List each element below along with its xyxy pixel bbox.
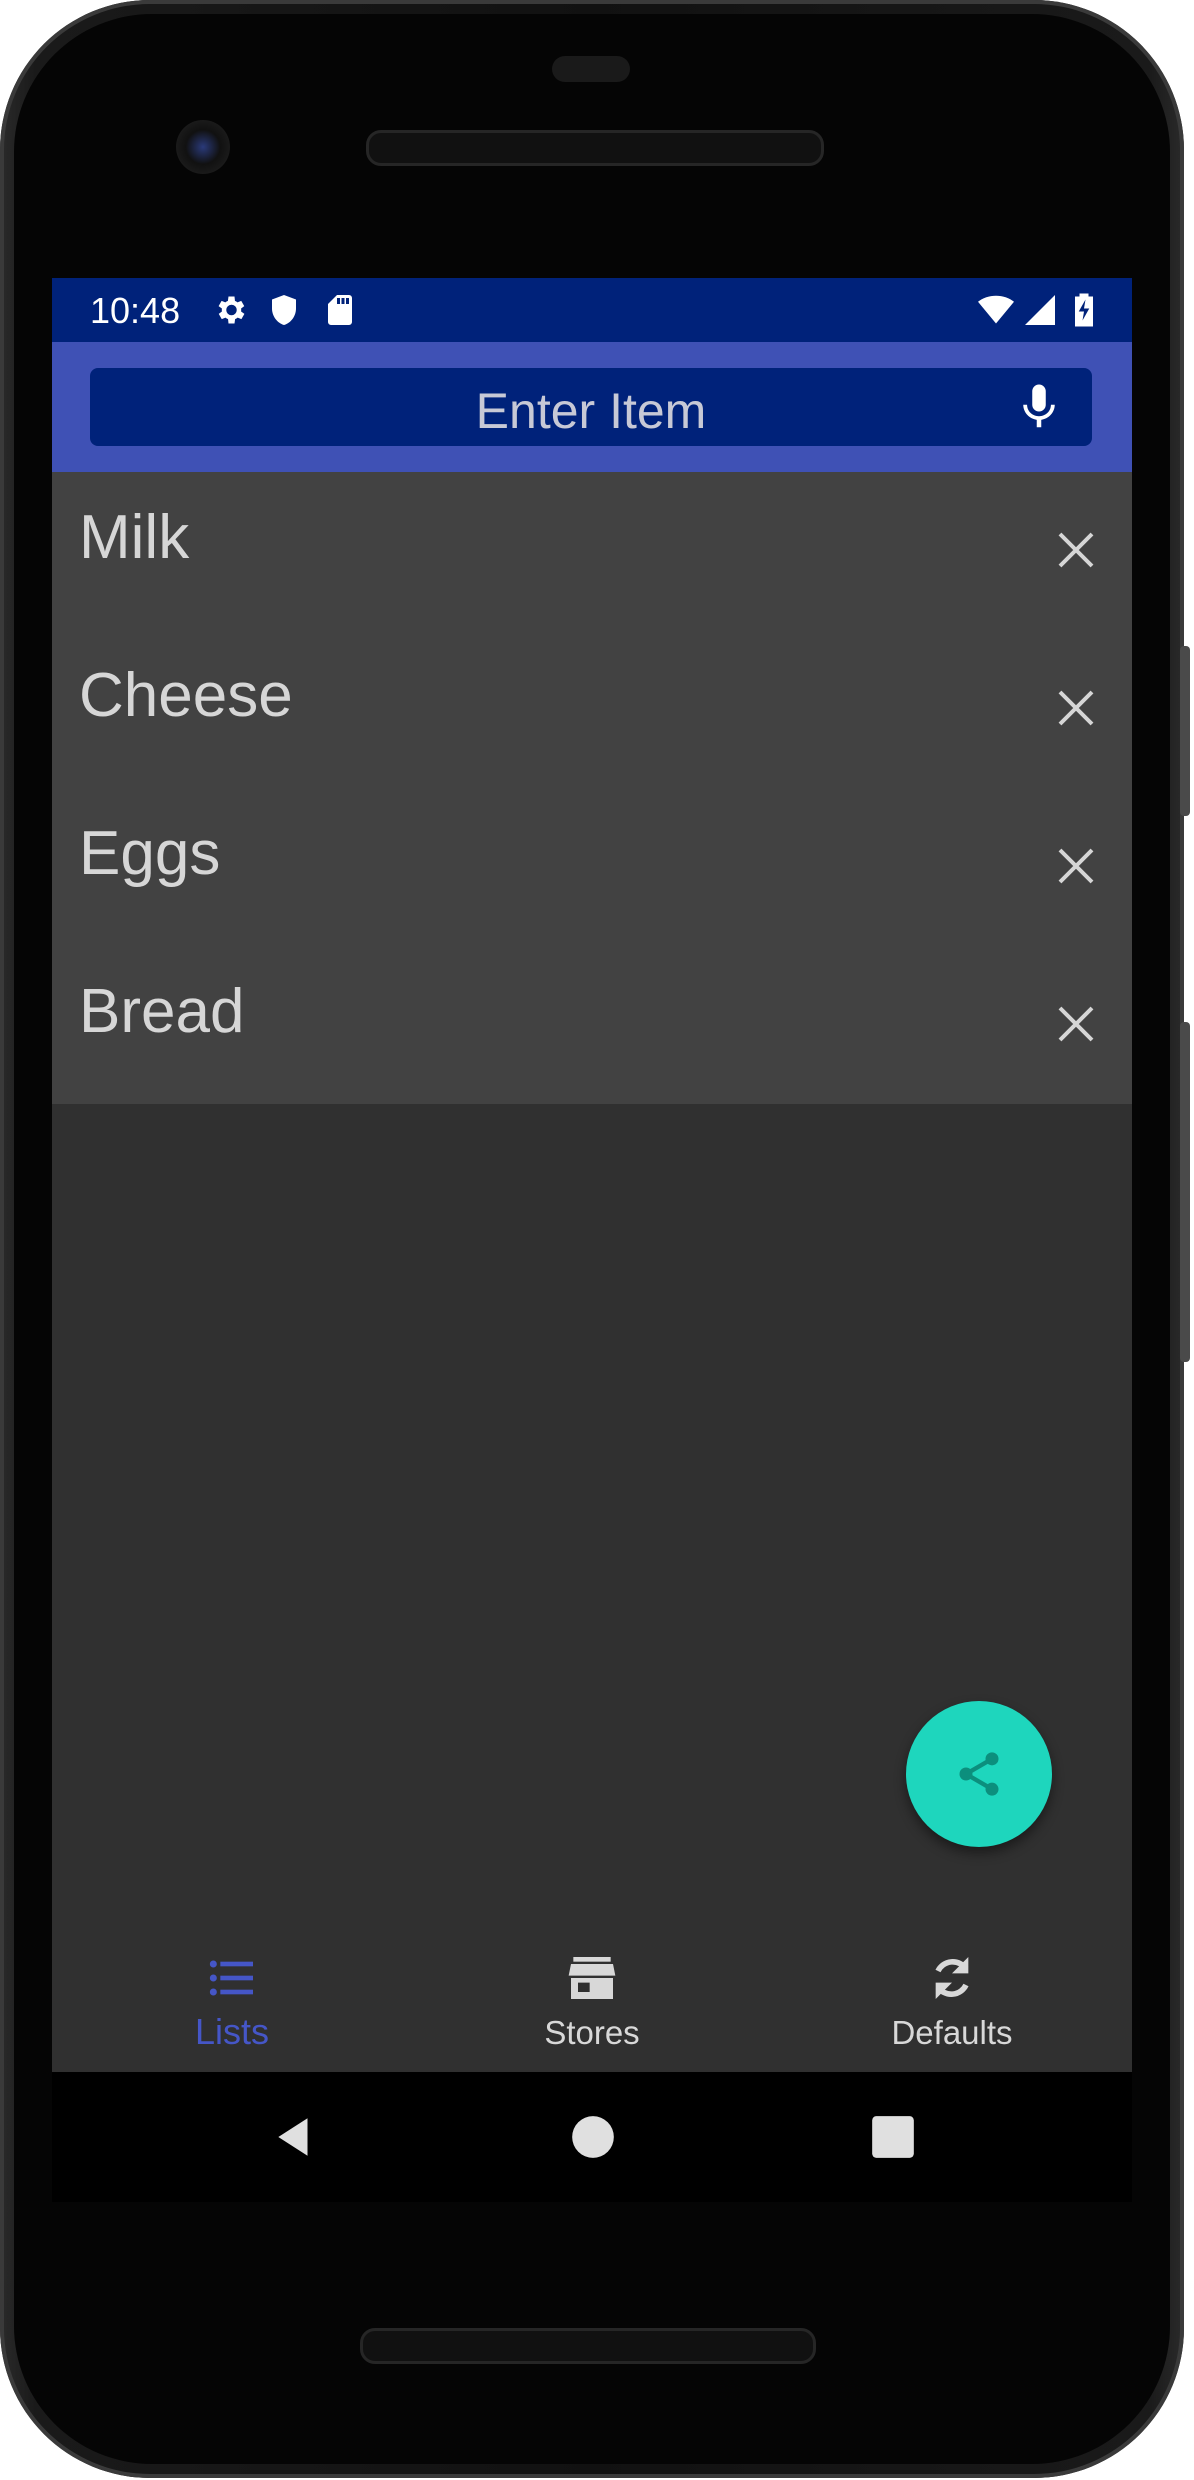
item-label: Bread <box>79 977 245 1046</box>
list-item[interactable]: Milk <box>52 472 1132 630</box>
app-bar: Enter Item <box>52 342 1132 472</box>
battery-charging-icon <box>1075 293 1093 327</box>
system-nav-bar <box>52 2072 1132 2202</box>
sd-card-icon <box>328 295 352 325</box>
home-icon[interactable] <box>568 2112 618 2162</box>
item-input[interactable]: Enter Item <box>90 368 1092 446</box>
earpiece <box>552 56 630 82</box>
status-bar: 10:48 <box>52 278 1132 342</box>
back-icon[interactable] <box>270 2112 320 2162</box>
screen: 10:48 Enter Item Milk Cheese Eggs Bread … <box>52 278 1132 2072</box>
list-item[interactable]: Eggs <box>52 788 1132 946</box>
nav-item-lists[interactable]: Lists <box>52 1938 412 2072</box>
refresh-icon <box>935 1957 969 1999</box>
item-label: Eggs <box>79 819 221 888</box>
wifi-icon <box>978 295 1014 324</box>
mic-icon[interactable] <box>1012 380 1066 434</box>
nav-item-stores[interactable]: Stores <box>412 1938 772 2072</box>
recents-icon[interactable] <box>868 2112 918 2162</box>
top-speaker <box>366 130 824 166</box>
nav-label-defaults: Defaults <box>891 2014 1013 2051</box>
item-input-placeholder: Enter Item <box>475 383 707 439</box>
status-time: 10:48 <box>90 290 181 331</box>
close-icon[interactable] <box>1052 1000 1100 1048</box>
power-button <box>1180 646 1190 816</box>
nav-item-defaults[interactable]: Defaults <box>772 1938 1132 2072</box>
share-button[interactable] <box>906 1701 1052 1847</box>
share-icon <box>959 1752 999 1796</box>
settings-icon <box>218 296 245 324</box>
close-icon[interactable] <box>1052 526 1100 574</box>
list-icon <box>209 1960 253 1996</box>
close-icon[interactable] <box>1052 842 1100 890</box>
front-camera <box>176 120 230 174</box>
item-label: Cheese <box>79 661 293 730</box>
phone-frame: 10:48 Enter Item Milk Cheese Eggs Bread … <box>0 0 1190 2478</box>
nav-label-stores: Stores <box>544 2014 640 2051</box>
close-icon[interactable] <box>1052 684 1100 732</box>
shield-icon <box>272 295 296 325</box>
list-item[interactable]: Cheese <box>52 630 1132 788</box>
item-label: Milk <box>79 503 190 572</box>
bottom-nav: Lists Stores Defaults <box>52 1938 1132 2072</box>
bottom-speaker <box>360 2328 816 2364</box>
nav-label-lists: Lists <box>194 2011 270 2052</box>
volume-button <box>1180 1022 1190 1362</box>
list-item[interactable]: Bread <box>52 946 1132 1104</box>
store-icon <box>568 1957 616 1999</box>
signal-icon <box>1025 295 1055 325</box>
item-list: Milk Cheese Eggs Bread <box>52 472 1132 1104</box>
